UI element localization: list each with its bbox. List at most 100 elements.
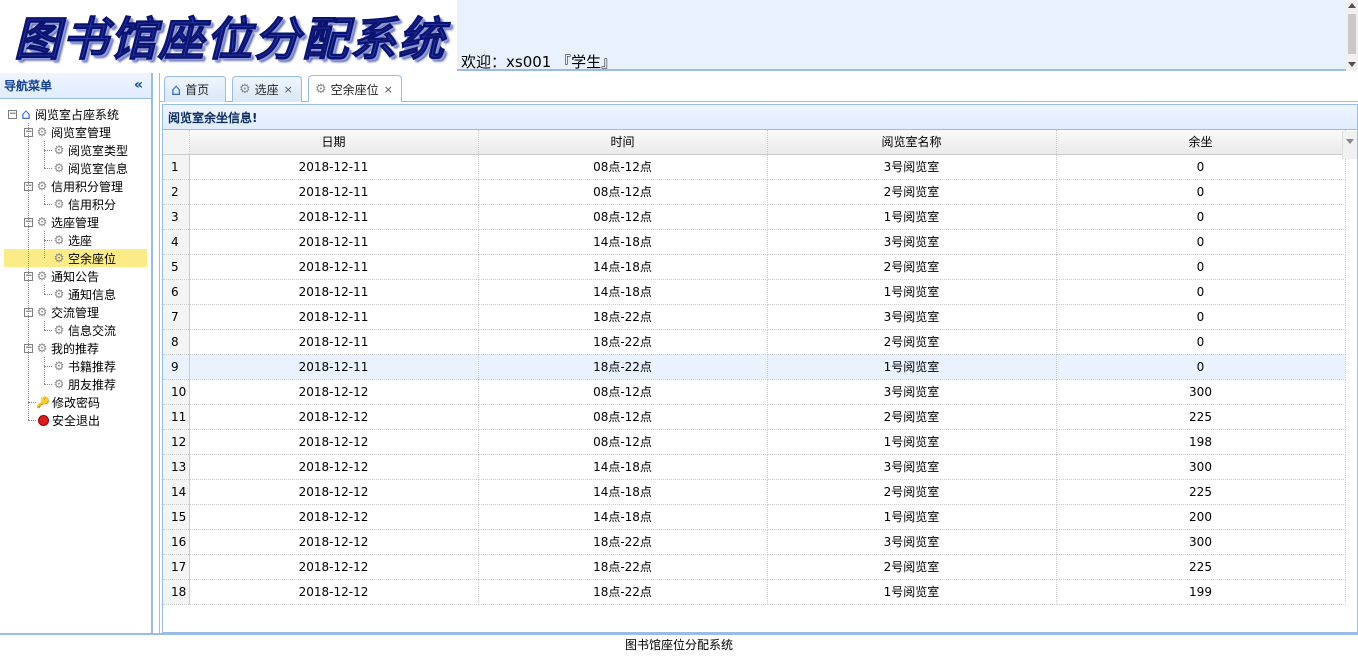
- table-cell: 0: [1056, 204, 1346, 230]
- close-icon[interactable]: ×: [284, 83, 293, 96]
- tab-strip: ⌂ 首页 ⚙ 选座 × ⚙ 空余座位 ×: [160, 73, 1358, 102]
- page-scrollbar[interactable]: [1346, 0, 1358, 71]
- gear-icon: ⚙: [36, 215, 48, 229]
- column-header[interactable]: 余坐: [1056, 130, 1346, 155]
- table-cell: 199: [1056, 579, 1346, 605]
- table-cell: 3号阅览室: [767, 229, 1057, 255]
- tree-group-2[interactable]: − ⚙ 信用积分管理: [0, 177, 150, 195]
- table-cell: 225: [1056, 554, 1346, 580]
- change-password-link[interactable]: 🔑 修改密码: [0, 393, 150, 411]
- table-row[interactable]: 12 2018-12-12 08点-12点 1号阅览室 198: [163, 429, 1346, 455]
- table-row[interactable]: 18 2018-12-12 18点-22点 1号阅览室 199: [163, 579, 1346, 605]
- tree-item-2-1[interactable]: ⚙ 信用积分: [0, 195, 150, 213]
- table-row[interactable]: 15 2018-12-12 14点-18点 1号阅览室 200: [163, 504, 1346, 530]
- column-header[interactable]: 时间: [478, 130, 768, 155]
- tree-group-4[interactable]: − ⚙ 通知公告: [0, 267, 150, 285]
- table-cell: 1号阅览室: [767, 279, 1057, 305]
- scroll-down-icon[interactable]: [1348, 62, 1356, 67]
- table-row[interactable]: 10 2018-12-12 08点-12点 3号阅览室 300: [163, 379, 1346, 405]
- table-cell: 2018-12-11: [189, 254, 479, 280]
- row-number: 9: [163, 354, 190, 380]
- tab-3[interactable]: ⚙ 空余座位 ×: [308, 75, 402, 102]
- table-cell: 2号阅览室: [767, 179, 1057, 205]
- tree-label: 书籍推荐: [68, 359, 117, 374]
- gear-icon: ⚙: [239, 82, 251, 97]
- grid-scrollbar[interactable]: [1342, 131, 1357, 159]
- row-number: 15: [163, 504, 190, 530]
- table-row[interactable]: 13 2018-12-12 14点-18点 3号阅览室 300: [163, 454, 1346, 480]
- column-header[interactable]: 阅览室名称: [767, 130, 1057, 155]
- table-cell: 2号阅览室: [767, 404, 1057, 430]
- table-cell: 2号阅览室: [767, 554, 1057, 580]
- scroll-up-icon[interactable]: [1348, 3, 1356, 8]
- table-row[interactable]: 17 2018-12-12 18点-22点 2号阅览室 225: [163, 554, 1346, 580]
- row-number: 2: [163, 179, 190, 205]
- table-row[interactable]: 2 2018-12-11 08点-12点 2号阅览室 0: [163, 179, 1346, 205]
- close-icon[interactable]: ×: [384, 83, 393, 96]
- table-row[interactable]: 7 2018-12-11 18点-22点 3号阅览室 0: [163, 304, 1346, 330]
- grid-title: 阅览室余坐信息!: [163, 105, 1357, 130]
- table-cell: 18点-22点: [478, 329, 768, 355]
- table-cell: 14点-18点: [478, 254, 768, 280]
- scroll-thumb[interactable]: [1348, 14, 1356, 54]
- table-cell: 2018-12-12: [189, 454, 479, 480]
- collapse-icon[interactable]: «: [134, 77, 143, 93]
- seat-table: 日期 时间 阅览室名称 余坐 1 2018-12-11 08点-12点 3号阅览室 0 2 201…: [163, 130, 1346, 605]
- table-cell: 0: [1056, 354, 1346, 380]
- table-cell: 08点-12点: [478, 179, 768, 205]
- table-cell: 2018-12-11: [189, 329, 479, 355]
- table-header: 日期 时间 阅览室名称 余坐: [163, 130, 1346, 155]
- tree-item-6-1[interactable]: ⚙ 书籍推荐: [0, 357, 150, 375]
- table-row[interactable]: 8 2018-12-11 18点-22点 2号阅览室 0: [163, 329, 1346, 355]
- row-number: 1: [163, 154, 190, 180]
- table-cell: 1号阅览室: [767, 204, 1057, 230]
- grid-panel: 阅览室余坐信息! 日期 时间 阅览室名称 余坐 1 2018-12-11 08点-12点 3…: [162, 104, 1358, 633]
- table-cell: 0: [1056, 229, 1346, 255]
- tab-label: 首页: [185, 83, 210, 97]
- tree-item-4-1[interactable]: ⚙ 通知信息: [0, 285, 150, 303]
- tab-2[interactable]: ⚙ 选座 ×: [232, 76, 302, 102]
- main-area: ⌂ 首页 ⚙ 选座 × ⚙ 空余座位 × 阅览室余坐信息! 日期 时间 阅览室名称 余坐 1 2018…: [159, 73, 1358, 633]
- table-cell: 18点-22点: [478, 304, 768, 330]
- table-row[interactable]: 14 2018-12-12 14点-18点 2号阅览室 225: [163, 479, 1346, 505]
- tree-root[interactable]: − ⌂ 阅览室占座系统: [0, 105, 150, 123]
- table-cell: 2018-12-12: [189, 579, 479, 605]
- gear-icon: ⚙: [53, 251, 65, 265]
- tree-item-1-2[interactable]: ⚙ 阅览室信息: [0, 159, 150, 177]
- tab-1[interactable]: ⌂ 首页: [164, 76, 226, 102]
- tree-label: 信息交流: [68, 323, 117, 338]
- table-row[interactable]: 9 2018-12-11 18点-22点 1号阅览室 0: [163, 354, 1346, 380]
- table-row[interactable]: 3 2018-12-11 08点-12点 1号阅览室 0: [163, 204, 1346, 230]
- table-cell: 08点-12点: [478, 154, 768, 180]
- tree-connector: [44, 195, 45, 204]
- tree-item-1-1[interactable]: ⚙ 阅览室类型: [0, 141, 150, 159]
- table-row[interactable]: 6 2018-12-11 14点-18点 1号阅览室 0: [163, 279, 1346, 305]
- collapse-toggle-icon[interactable]: −: [8, 109, 17, 119]
- tree-group-1[interactable]: − ⚙ 阅览室管理: [0, 123, 150, 141]
- tree-label: 阅览室信息: [68, 161, 129, 176]
- table-row[interactable]: 11 2018-12-12 08点-12点 2号阅览室 225: [163, 404, 1346, 430]
- table-cell: 0: [1056, 154, 1346, 180]
- tree-item-6-2[interactable]: ⚙ 朋友推荐: [0, 375, 150, 393]
- tree-group-3[interactable]: − ⚙ 选座管理: [0, 213, 150, 231]
- footer: 图书馆座位分配系统: [0, 633, 1358, 656]
- table-row[interactable]: 5 2018-12-11 14点-18点 2号阅览室 0: [163, 254, 1346, 280]
- tree-item-5-1[interactable]: ⚙ 信息交流: [0, 321, 150, 339]
- row-number: 8: [163, 329, 190, 355]
- table-row[interactable]: 1 2018-12-11 08点-12点 3号阅览室 0: [163, 154, 1346, 180]
- column-header[interactable]: 日期: [189, 130, 479, 155]
- table-row[interactable]: 16 2018-12-12 18点-22点 3号阅览室 300: [163, 529, 1346, 555]
- tree-item-3-2[interactable]: ⚙ 空余座位: [4, 249, 147, 267]
- tree-group-5[interactable]: − ⚙ 交流管理: [0, 303, 150, 321]
- table-row[interactable]: 4 2018-12-11 14点-18点 3号阅览室 0: [163, 229, 1346, 255]
- scroll-down-icon[interactable]: [1346, 139, 1354, 144]
- home-icon: ⌂: [171, 80, 182, 99]
- table-cell: 0: [1056, 179, 1346, 205]
- tree-label: 信用积分: [68, 197, 117, 212]
- tree-item-3-1[interactable]: ⚙ 选座: [0, 231, 150, 249]
- row-number: 7: [163, 304, 190, 330]
- row-number: 6: [163, 279, 190, 305]
- tree-group-6[interactable]: − ⚙ 我的推荐: [0, 339, 150, 357]
- table-cell: 18点-22点: [478, 579, 768, 605]
- logout-link[interactable]: 安全退出: [0, 411, 150, 429]
